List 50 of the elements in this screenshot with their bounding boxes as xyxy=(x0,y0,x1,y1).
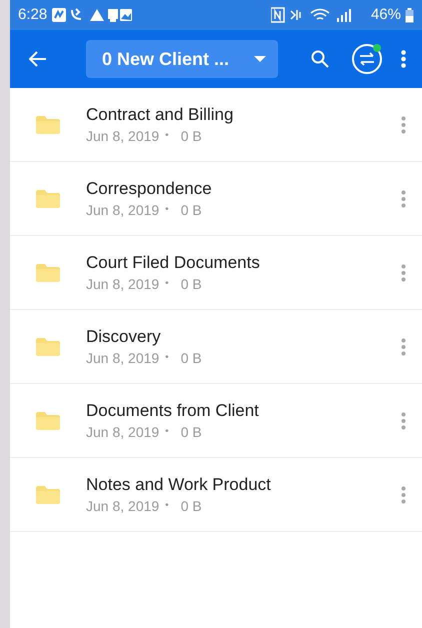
file-size: 0 B xyxy=(180,348,202,368)
separator-dot: • xyxy=(165,276,169,290)
folder-name: Contract and Billing xyxy=(86,104,234,126)
more-icon xyxy=(400,412,406,430)
folder-row[interactable]: Documents from Client Jun 8, 2019 • 0 B xyxy=(10,384,422,458)
folder-icon xyxy=(36,486,60,504)
folder-name: Court Filed Documents xyxy=(86,252,261,274)
modified-date: Jun 8, 2019 xyxy=(86,422,160,442)
folder-name: Notes and Work Product xyxy=(86,474,272,496)
search-icon xyxy=(311,50,329,68)
separator-dot: • xyxy=(165,350,169,364)
folder-name: Correspondence xyxy=(86,178,213,200)
more-icon xyxy=(400,338,406,356)
battery-icon xyxy=(405,8,414,22)
separator-dot: • xyxy=(165,128,169,142)
file-size: 0 B xyxy=(180,274,202,294)
file-size: 0 B xyxy=(180,422,202,442)
battery-percentage: 46% xyxy=(370,4,401,25)
modified-date: Jun 8, 2019 xyxy=(86,274,160,294)
folder-row[interactable]: Contract and Billing Jun 8, 2019 • 0 B xyxy=(10,88,422,162)
folder-row[interactable]: Notes and Work Product Jun 8, 2019 • 0 B xyxy=(10,458,422,532)
modified-date: Jun 8, 2019 xyxy=(86,200,160,220)
folder-icon xyxy=(36,190,60,208)
modified-date: Jun 8, 2019 xyxy=(86,348,160,368)
file-size: 0 B xyxy=(180,496,202,516)
separator-dot: • xyxy=(165,424,169,438)
folder-row[interactable]: Correspondence Jun 8, 2019 • 0 B xyxy=(10,162,422,236)
modified-date: Jun 8, 2019 xyxy=(86,126,160,146)
file-size: 0 B xyxy=(180,126,202,146)
more-icon xyxy=(400,116,406,134)
separator-dot: • xyxy=(165,498,169,512)
folder-name: Discovery xyxy=(86,326,162,348)
back-arrow-icon xyxy=(29,51,47,67)
more-icon xyxy=(400,486,406,504)
more-icon xyxy=(400,190,406,208)
folder-row[interactable]: Discovery Jun 8, 2019 • 0 B xyxy=(10,310,422,384)
sync-icon xyxy=(351,43,383,75)
clock: 6:28 xyxy=(18,4,48,25)
folder-row[interactable]: Court Filed Documents Jun 8, 2019 • 0 B xyxy=(10,236,422,310)
folder-icon xyxy=(36,338,60,356)
folder-icon xyxy=(36,116,60,134)
file-size: 0 B xyxy=(180,200,202,220)
caret-icon xyxy=(254,56,266,62)
modified-date: Jun 8, 2019 xyxy=(86,496,160,516)
folder-icon xyxy=(36,264,60,282)
separator-dot: • xyxy=(165,202,169,216)
more-icon xyxy=(400,264,406,282)
folder-name: Documents from Client xyxy=(86,400,260,422)
folder-icon xyxy=(36,412,60,430)
more-icon xyxy=(400,50,406,68)
